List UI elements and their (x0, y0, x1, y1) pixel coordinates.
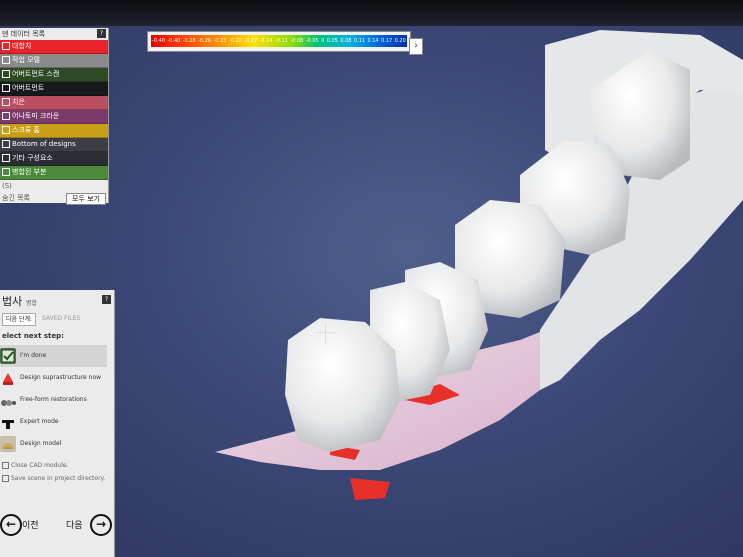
tab-next-step[interactable]: 다음 단계: (2, 313, 37, 326)
layer-extra-label: (S) (2, 182, 12, 190)
step-label: Design suprastructure now (20, 374, 102, 381)
hidden-list-row: 숨긴 목록 모두 보기 (0, 192, 108, 205)
scale-tick-label: -0.17 (244, 38, 258, 44)
check-icon (0, 348, 16, 364)
step-label: Design model (20, 440, 62, 447)
scale-tick-label: -0.26 (198, 38, 212, 44)
scale-tick-label: -0.20 (228, 38, 242, 44)
visibility-checkbox[interactable] (2, 168, 10, 176)
help-icon[interactable]: ? (97, 29, 106, 38)
layer-label: 어버트먼트 스캔 (12, 70, 60, 78)
step-free-form[interactable]: Free-form restorations (0, 389, 107, 411)
close-cad-option[interactable]: Close CAD module. (2, 462, 68, 469)
checkbox[interactable] (2, 462, 9, 469)
layer-label: 어버트먼트 (12, 84, 45, 92)
crosshair-cursor (316, 323, 336, 343)
step-label: Free-form restorations (20, 396, 87, 403)
scale-tick-label: -0.40 (152, 38, 165, 44)
scale-tick-label: 0.17 (381, 38, 393, 44)
scale-tick-label: 0.20 (394, 38, 406, 44)
step-label: I'm done (20, 352, 47, 359)
scale-tick-label: -0.14 (259, 38, 273, 44)
layer-row[interactable]: 치은 (0, 96, 108, 110)
layer-list-header: 덴 데이터 목록 ? (0, 28, 108, 40)
wizard-panel: 법사 병합 ? 다음 단계: SAVED FILES elect next st… (0, 290, 115, 557)
close-cad-label: Close CAD module. (11, 462, 69, 469)
checkbox[interactable] (2, 475, 9, 482)
model-icon (0, 436, 16, 452)
layer-row[interactable]: 어버트먼트 (0, 82, 108, 96)
layer-label: 기타 구성요소 (12, 154, 53, 162)
next-button[interactable]: 다음 → (64, 514, 114, 536)
scale-tick-label: -0.05 (305, 38, 319, 44)
scale-tick-label: -0.08 (290, 38, 304, 44)
visibility-checkbox[interactable] (2, 154, 10, 162)
screen: -0.40 -0.40 -0.28 -0.26 -0.23 -0.20 -0.17 -0.14… (0, 0, 743, 557)
layer-row[interactable]: 어나토미 크라운 (0, 110, 108, 124)
step-expert-mode[interactable]: Expert mode (0, 411, 107, 433)
layer-row[interactable]: 작업 모델 (0, 54, 108, 68)
scale-tick-label: 0.05 (326, 38, 338, 44)
layer-row[interactable]: 병합된 부분 (0, 166, 108, 180)
back-label: 이전 (22, 521, 39, 531)
scale-tick-label: 0.11 (353, 38, 366, 44)
wizard-title: 법사 (2, 295, 23, 308)
visibility-checkbox[interactable] (2, 56, 10, 64)
layer-label: 스크류 홈 (12, 126, 40, 134)
monitor-bezel (0, 0, 743, 26)
visibility-checkbox[interactable] (2, 98, 10, 106)
scale-tick-label: -0.40 (167, 38, 181, 44)
layer-list-title: 덴 데이터 목록 (2, 30, 46, 38)
select-next-step-label: elect next step: (2, 332, 64, 340)
crown-icon (0, 370, 16, 386)
step-im-done[interactable]: I'm done (0, 345, 107, 367)
scale-expand-arrow-icon[interactable]: › (409, 38, 423, 55)
layer-label: 어나토미 크라운 (12, 112, 60, 120)
help-icon[interactable]: ? (102, 295, 111, 304)
arrow-right-icon: → (90, 514, 112, 536)
next-label: 다음 (66, 521, 83, 531)
wizard-tabs: 다음 단계: SAVED FILES (2, 313, 112, 326)
scale-tick-label: 0 (321, 38, 325, 44)
layer-row[interactable]: 기타 구성요소 (0, 152, 108, 166)
margin-highlight (350, 478, 390, 500)
visibility-checkbox[interactable] (2, 42, 10, 50)
layer-row[interactable]: 스크류 홈 (0, 124, 108, 138)
visibility-checkbox[interactable] (2, 70, 10, 78)
freeform-icon (0, 392, 16, 408)
scale-tick-label: -0.28 (182, 38, 196, 44)
visibility-checkbox[interactable] (2, 84, 10, 92)
scale-tick-label: -0.23 (213, 38, 227, 44)
save-scene-label: Save scene in project directory. (11, 475, 106, 482)
layer-list-panel: 덴 데이터 목록 ? 대합치작업 모델어버트먼트 스캔어버트먼트치은어나토미 크… (0, 28, 109, 205)
scale-tick-label: 0.08 (340, 38, 352, 44)
layer-label: 치은 (12, 98, 25, 106)
hidden-list-label: 숨긴 목록 (2, 194, 30, 202)
tab-saved-files[interactable]: SAVED FILES (42, 313, 80, 324)
layer-label: Bottom of designs (12, 140, 76, 148)
deviation-color-scale: -0.40 -0.40 -0.28 -0.26 -0.23 -0.20 -0.17 -0.14… (147, 31, 411, 52)
layer-label: 병합된 부분 (12, 168, 47, 176)
wizard-subtitle: 병합 (26, 300, 38, 307)
save-scene-option[interactable]: Save scene in project directory. (2, 475, 105, 482)
scale-tick-label: 0.14 (367, 38, 379, 44)
step-label: Expert mode (20, 418, 59, 425)
step-design-model[interactable]: Design model (0, 433, 107, 455)
layer-extra-row: (S) (0, 180, 108, 192)
visibility-checkbox[interactable] (2, 140, 10, 148)
expert-icon (0, 414, 16, 430)
visibility-checkbox[interactable] (2, 126, 10, 134)
show-all-button[interactable]: 모두 보기 (66, 193, 106, 205)
layer-row[interactable]: Bottom of designs (0, 138, 108, 152)
back-button[interactable]: ← 이전 (0, 514, 50, 536)
arrow-left-icon: ← (0, 514, 22, 536)
layer-row[interactable]: 대합치 (0, 40, 108, 54)
layer-row[interactable]: 어버트먼트 스캔 (0, 68, 108, 82)
step-design-suprastructure[interactable]: Design suprastructure now (0, 367, 107, 389)
layer-label: 대합치 (12, 42, 32, 50)
scale-tick-labels: -0.40 -0.40 -0.28 -0.26 -0.23 -0.20 -0.17 -0.14… (152, 36, 406, 46)
layer-label: 작업 모델 (12, 56, 40, 64)
visibility-checkbox[interactable] (2, 112, 10, 120)
scale-tick-label: -0.11 (275, 38, 288, 44)
